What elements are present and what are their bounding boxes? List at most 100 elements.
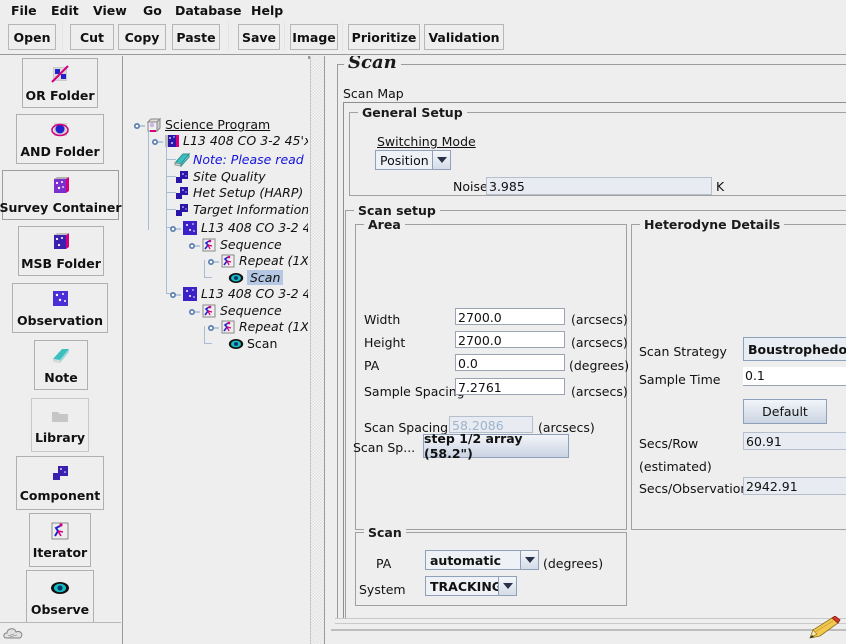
scan-pa-select[interactable]: automatic [425, 550, 539, 570]
tree-node-observation-2[interactable]: L13 408 CO 3-2 45 [168, 285, 308, 302]
tree-node-label: Target Information [193, 202, 308, 217]
iterator-icon [220, 253, 236, 269]
note-button[interactable]: Note [34, 340, 88, 390]
iterator-icon [220, 319, 236, 335]
tree-node-sequence-2[interactable]: Sequence [187, 302, 282, 319]
paste-button[interactable]: Paste [172, 24, 220, 50]
menu-item-help[interactable]: Help [248, 3, 286, 18]
component-palette: OR Folder AND Folder Survey Container MS… [0, 56, 123, 644]
chevron-down-icon[interactable] [520, 550, 539, 570]
heterodyne-details-title: Heterodyne Details [640, 217, 785, 232]
switching-mode-select[interactable]: Position [375, 150, 451, 170]
chevron-down-icon[interactable] [432, 150, 451, 170]
switching-mode-label: Switching Mode [377, 134, 476, 149]
chevron-down-icon[interactable] [498, 576, 517, 596]
scan-strategy-label: Scan Strategy [639, 344, 727, 359]
height-field[interactable]: 2700.0 [455, 331, 565, 348]
expand-handle-icon[interactable] [168, 289, 181, 298]
tree-node-het-setup[interactable]: Het Setup (HARP) [174, 184, 303, 201]
menu-item-database[interactable]: Database [172, 3, 245, 18]
tree-node-label: Het Setup (HARP) [193, 185, 304, 200]
default-button[interactable]: Default [743, 399, 827, 424]
iterator-button[interactable]: Iterator [29, 513, 91, 567]
image-button[interactable]: Image [290, 24, 338, 50]
survey-container-label: Survey Container [0, 200, 122, 215]
tree-node-target-information[interactable]: Target Information [174, 201, 308, 218]
tree-vertical-scrollbar[interactable] [310, 56, 325, 644]
expand-handle-icon[interactable] [132, 120, 145, 129]
toolbar-separator-3 [284, 22, 285, 51]
iterator-icon [201, 237, 217, 253]
menu-item-view[interactable]: View [90, 3, 130, 18]
bottom-divider-1 [335, 618, 846, 619]
or-folder-label: OR Folder [25, 88, 95, 103]
pa-field[interactable]: 0.0 [455, 354, 565, 371]
tree-node-sequence-1[interactable]: Sequence [187, 236, 282, 253]
toolbar-separator-2 [228, 22, 229, 51]
expand-handle-icon[interactable] [206, 256, 219, 265]
tree-connector [204, 277, 212, 278]
note-icon [174, 152, 191, 168]
open-button[interactable]: Open [8, 24, 56, 50]
library-button: Library [31, 398, 89, 452]
toolbar-bottom-divider [0, 54, 846, 55]
page-title: Scan [344, 56, 401, 73]
scan-sp-button[interactable]: step 1/2 array (58.2") [423, 431, 569, 461]
scan-strategy-value[interactable]: Boustrophedon [743, 337, 846, 361]
prioritize-button[interactable]: Prioritize [348, 24, 420, 50]
tree-connector [204, 343, 212, 344]
sample-time-field[interactable]: 0.1 [743, 367, 846, 386]
or-folder-button[interactable]: OR Folder [22, 58, 98, 108]
expand-handle-icon[interactable] [150, 136, 163, 145]
copy-button[interactable]: Copy [118, 24, 166, 50]
expand-handle-icon[interactable] [168, 223, 181, 232]
component-button[interactable]: Component [16, 456, 104, 510]
tree-node-scan-2[interactable]: Scan [228, 335, 277, 352]
tree-node-label: Sequence [220, 303, 282, 318]
tree-connector [148, 126, 149, 230]
msb-folder-icon [50, 231, 72, 253]
science-program-tree[interactable]: Science Program L13 408 CO 3-2 45'x4 Not… [128, 56, 308, 644]
menu-item-file[interactable]: File [8, 3, 40, 18]
msb-folder-button[interactable]: MSB Folder [18, 226, 104, 276]
save-button[interactable]: Save [238, 24, 280, 50]
noise-field[interactable]: 3.985 [486, 177, 712, 195]
observation-button[interactable]: Observation [12, 283, 108, 333]
application-window: File Edit View Go Database Help Open Cut… [0, 0, 846, 644]
tree-node-observation-1[interactable]: L13 408 CO 3-2 45 [168, 219, 308, 236]
survey-container-button[interactable]: Survey Container [0, 170, 122, 220]
tree-node-note[interactable]: Note: Please read [174, 151, 304, 168]
tree-node-site-quality[interactable]: Site Quality [174, 168, 266, 185]
secs-row-field: 60.91 [743, 432, 846, 450]
tree-node-msb[interactable]: L13 408 CO 3-2 45'x4 [150, 132, 308, 149]
observation-icon [182, 286, 198, 302]
secs-observation-field: 2942.91 [743, 477, 846, 495]
tree-node-scan-selected[interactable]: Scan [228, 269, 284, 286]
observe-button[interactable]: Observe [26, 570, 94, 624]
sample-spacing-field[interactable]: 7.2761 [455, 378, 565, 395]
expand-handle-icon[interactable] [187, 306, 200, 315]
cut-button[interactable]: Cut [70, 24, 114, 50]
menu-item-edit[interactable]: Edit [48, 3, 82, 18]
and-folder-button[interactable]: AND Folder [16, 114, 104, 164]
msb-folder-label: MSB Folder [21, 256, 101, 271]
scan-system-value: TRACKING [425, 576, 498, 596]
height-label: Height [364, 335, 406, 350]
menu-item-go[interactable]: Go [140, 3, 165, 18]
tree-node-repeat-2[interactable]: Repeat (1X) [206, 318, 308, 335]
tree-connector [166, 144, 167, 234]
expand-handle-icon[interactable] [187, 240, 200, 249]
scan-group-title: Scan [364, 525, 406, 540]
pencil-icon [806, 615, 842, 642]
tree-node-label: Scan [247, 336, 278, 351]
scan-system-select[interactable]: TRACKING [425, 576, 517, 596]
width-field[interactable]: 2700.0 [455, 308, 565, 325]
expand-handle-icon[interactable] [206, 322, 219, 331]
scan-map-subtitle: Scan Map [343, 86, 404, 101]
tree-node-science-program[interactable]: Science Program [132, 116, 270, 133]
validation-button[interactable]: Validation [424, 24, 504, 50]
or-folder-icon [49, 63, 71, 85]
observe-icon [228, 270, 244, 286]
sample-spacing-label: Sample Spacing [364, 384, 465, 399]
tree-node-repeat-1[interactable]: Repeat (1X) [206, 252, 308, 269]
